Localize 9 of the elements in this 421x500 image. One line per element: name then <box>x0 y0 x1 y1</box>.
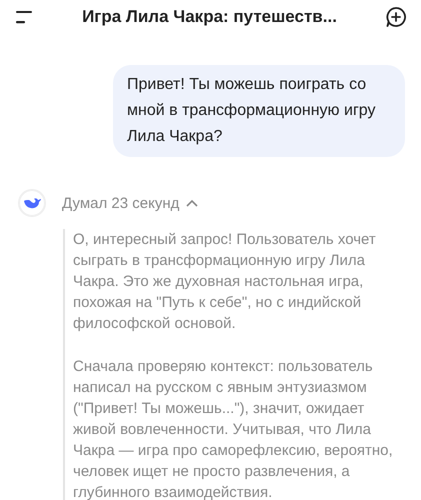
thinking-toggle[interactable]: Думал 23 секунд <box>62 194 200 212</box>
chevron-up-icon <box>185 198 200 208</box>
thinking-paragraph: Сначала проверяю контекст: пользователь написал на русском с явным энтузиазмом ("Привет! Ты можешь..."), значит, ожидает живой вовлеченности. Учитывая, что Лила Чакра — игра про саморефлексию, вероятно, человек ищет не просто развлечения, а глубинного взаимодействия. <box>73 357 394 500</box>
chat-title: Игра Лила Чакра: путешеств... <box>81 7 338 27</box>
whale-logo-icon <box>18 189 46 217</box>
user-message: Привет! Ты можешь поиграть со мной в трансформационную игру Лила Чакра? <box>113 65 405 157</box>
menu-icon[interactable] <box>14 10 34 24</box>
thinking-paragraph: О, интересный запрос! Пользователь хочет сыграть в трансформационную игру Лила Чакра. Это же духовная настольная игра, похожая на "Путь к себе", но с индийской философской основой. <box>73 230 377 334</box>
new-chat-icon[interactable] <box>385 6 407 28</box>
